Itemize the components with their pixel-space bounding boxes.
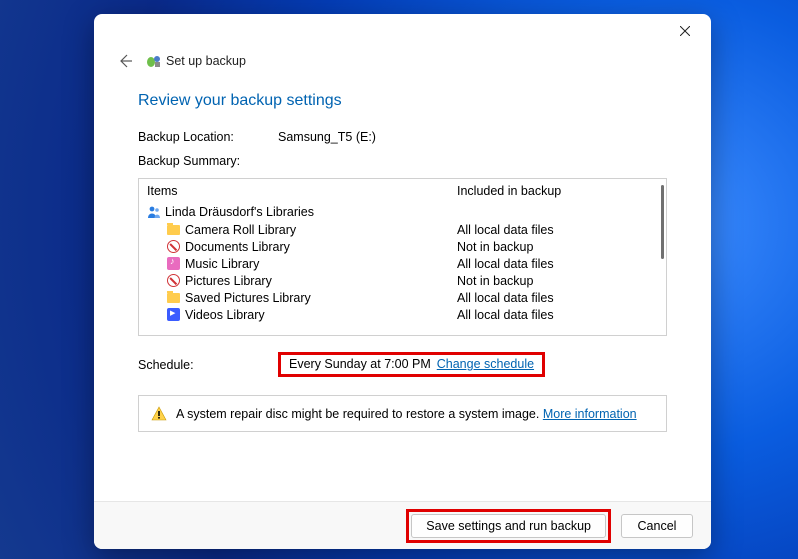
col-included-header: Included in backup — [457, 184, 658, 198]
item-included: All local data files — [457, 308, 658, 322]
wizard-title: Set up backup — [166, 54, 246, 68]
list-item[interactable]: Documents Library Not in backup — [147, 238, 658, 255]
list-item[interactable]: Pictures Library Not in backup — [147, 272, 658, 289]
music-icon — [167, 257, 180, 270]
tree-root-label: Linda Dräusdorf's Libraries — [165, 205, 314, 219]
list-item[interactable]: Saved Pictures Library All local data fil… — [147, 289, 658, 306]
scrollbar-thumb[interactable] — [661, 185, 664, 259]
item-label: Documents Library — [185, 240, 290, 254]
folder-icon — [167, 225, 180, 235]
dialog-footer: Save settings and run backup Cancel — [94, 501, 711, 549]
backup-summary-label-row: Backup Summary: — [138, 154, 667, 168]
wizard-header: Set up backup — [94, 48, 711, 80]
item-label: Camera Roll Library — [185, 223, 296, 237]
dialog-content: Review your backup settings Backup Locat… — [94, 80, 711, 432]
schedule-value: Every Sunday at 7:00 PM — [289, 357, 431, 371]
back-button[interactable] — [114, 50, 136, 72]
video-icon — [167, 308, 180, 321]
save-button-highlight: Save settings and run backup — [406, 509, 611, 543]
close-button[interactable] — [667, 17, 703, 45]
backup-summary-list[interactable]: Items Included in backup Linda Dräusdorf… — [138, 178, 667, 336]
list-item[interactable]: Music Library All local data files — [147, 255, 658, 272]
user-libraries-icon — [147, 205, 161, 219]
schedule-row: Schedule: Every Sunday at 7:00 PM Change… — [138, 352, 667, 377]
item-label: Saved Pictures Library — [185, 291, 311, 305]
warning-text: A system repair disc might be required t… — [176, 407, 539, 421]
item-label: Music Library — [185, 257, 259, 271]
item-label: Pictures Library — [185, 274, 272, 288]
col-items-header: Items — [147, 184, 457, 198]
folder-icon — [167, 293, 180, 303]
item-included: Not in backup — [457, 240, 658, 254]
close-icon — [680, 26, 690, 36]
backup-wizard-dialog: Set up backup Review your backup setting… — [94, 14, 711, 549]
back-arrow-icon — [117, 53, 133, 69]
excluded-icon — [167, 240, 180, 253]
backup-location-value: Samsung_T5 (E:) — [278, 130, 376, 144]
item-included: All local data files — [457, 257, 658, 271]
change-schedule-link[interactable]: Change schedule — [437, 357, 534, 371]
backup-location-label: Backup Location: — [138, 130, 278, 144]
tree-root[interactable]: Linda Dräusdorf's Libraries — [147, 203, 658, 221]
cancel-button[interactable]: Cancel — [621, 514, 693, 538]
excluded-icon — [167, 274, 180, 287]
save-settings-run-backup-button[interactable]: Save settings and run backup — [411, 514, 606, 538]
list-item[interactable]: Camera Roll Library All local data files — [147, 221, 658, 238]
system-repair-warning: A system repair disc might be required t… — [138, 395, 667, 432]
backup-location-row: Backup Location: Samsung_T5 (E:) — [138, 130, 667, 144]
backup-summary-label: Backup Summary: — [138, 154, 278, 168]
schedule-highlight: Every Sunday at 7:00 PM Change schedule — [278, 352, 545, 377]
warning-icon — [151, 406, 166, 421]
list-item[interactable]: Videos Library All local data files — [147, 306, 658, 323]
item-included: All local data files — [457, 223, 658, 237]
titlebar — [94, 14, 711, 48]
schedule-label: Schedule: — [138, 358, 278, 372]
backup-wizard-icon — [146, 53, 162, 69]
item-included: All local data files — [457, 291, 658, 305]
more-information-link[interactable]: More information — [543, 407, 637, 421]
summary-body: Linda Dräusdorf's Libraries Camera Roll … — [139, 203, 666, 323]
item-included: Not in backup — [457, 274, 658, 288]
item-label: Videos Library — [185, 308, 265, 322]
page-heading: Review your backup settings — [138, 92, 667, 110]
summary-header-row: Items Included in backup — [139, 179, 666, 203]
